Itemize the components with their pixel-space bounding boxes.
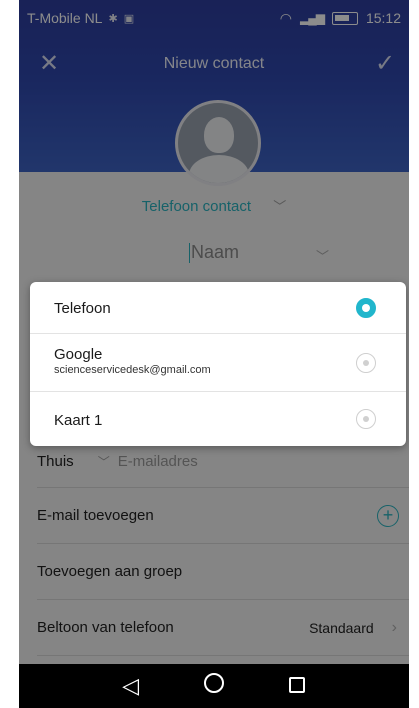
back-icon[interactable]: ◁ xyxy=(111,673,151,699)
recents-icon[interactable] xyxy=(277,673,317,699)
contact-editor-screen: T-Mobile NL ✱ ▣ ◠ ▂▄▆ 15:12 ✕ Nieuw cont… xyxy=(19,0,409,708)
account-chooser-dialog: Telefoon Google scienceservicedesk@gmail… xyxy=(30,282,406,446)
system-nav-bar: ◁ xyxy=(19,664,409,708)
option-sublabel: scienceservicedesk@gmail.com xyxy=(54,364,211,376)
option-label: Kaart 1 xyxy=(54,412,103,429)
option-label: Google xyxy=(54,346,103,363)
option-kaart-1[interactable]: Kaart 1 xyxy=(30,392,406,444)
radio-unselected-icon[interactable] xyxy=(356,409,376,429)
radio-unselected-icon[interactable] xyxy=(356,353,376,373)
option-google[interactable]: Google scienceservicedesk@gmail.com xyxy=(30,334,406,392)
option-label: Telefoon xyxy=(54,300,111,317)
radio-selected-icon[interactable] xyxy=(356,298,376,318)
option-telefoon[interactable]: Telefoon xyxy=(30,282,406,334)
home-icon[interactable] xyxy=(194,673,234,699)
